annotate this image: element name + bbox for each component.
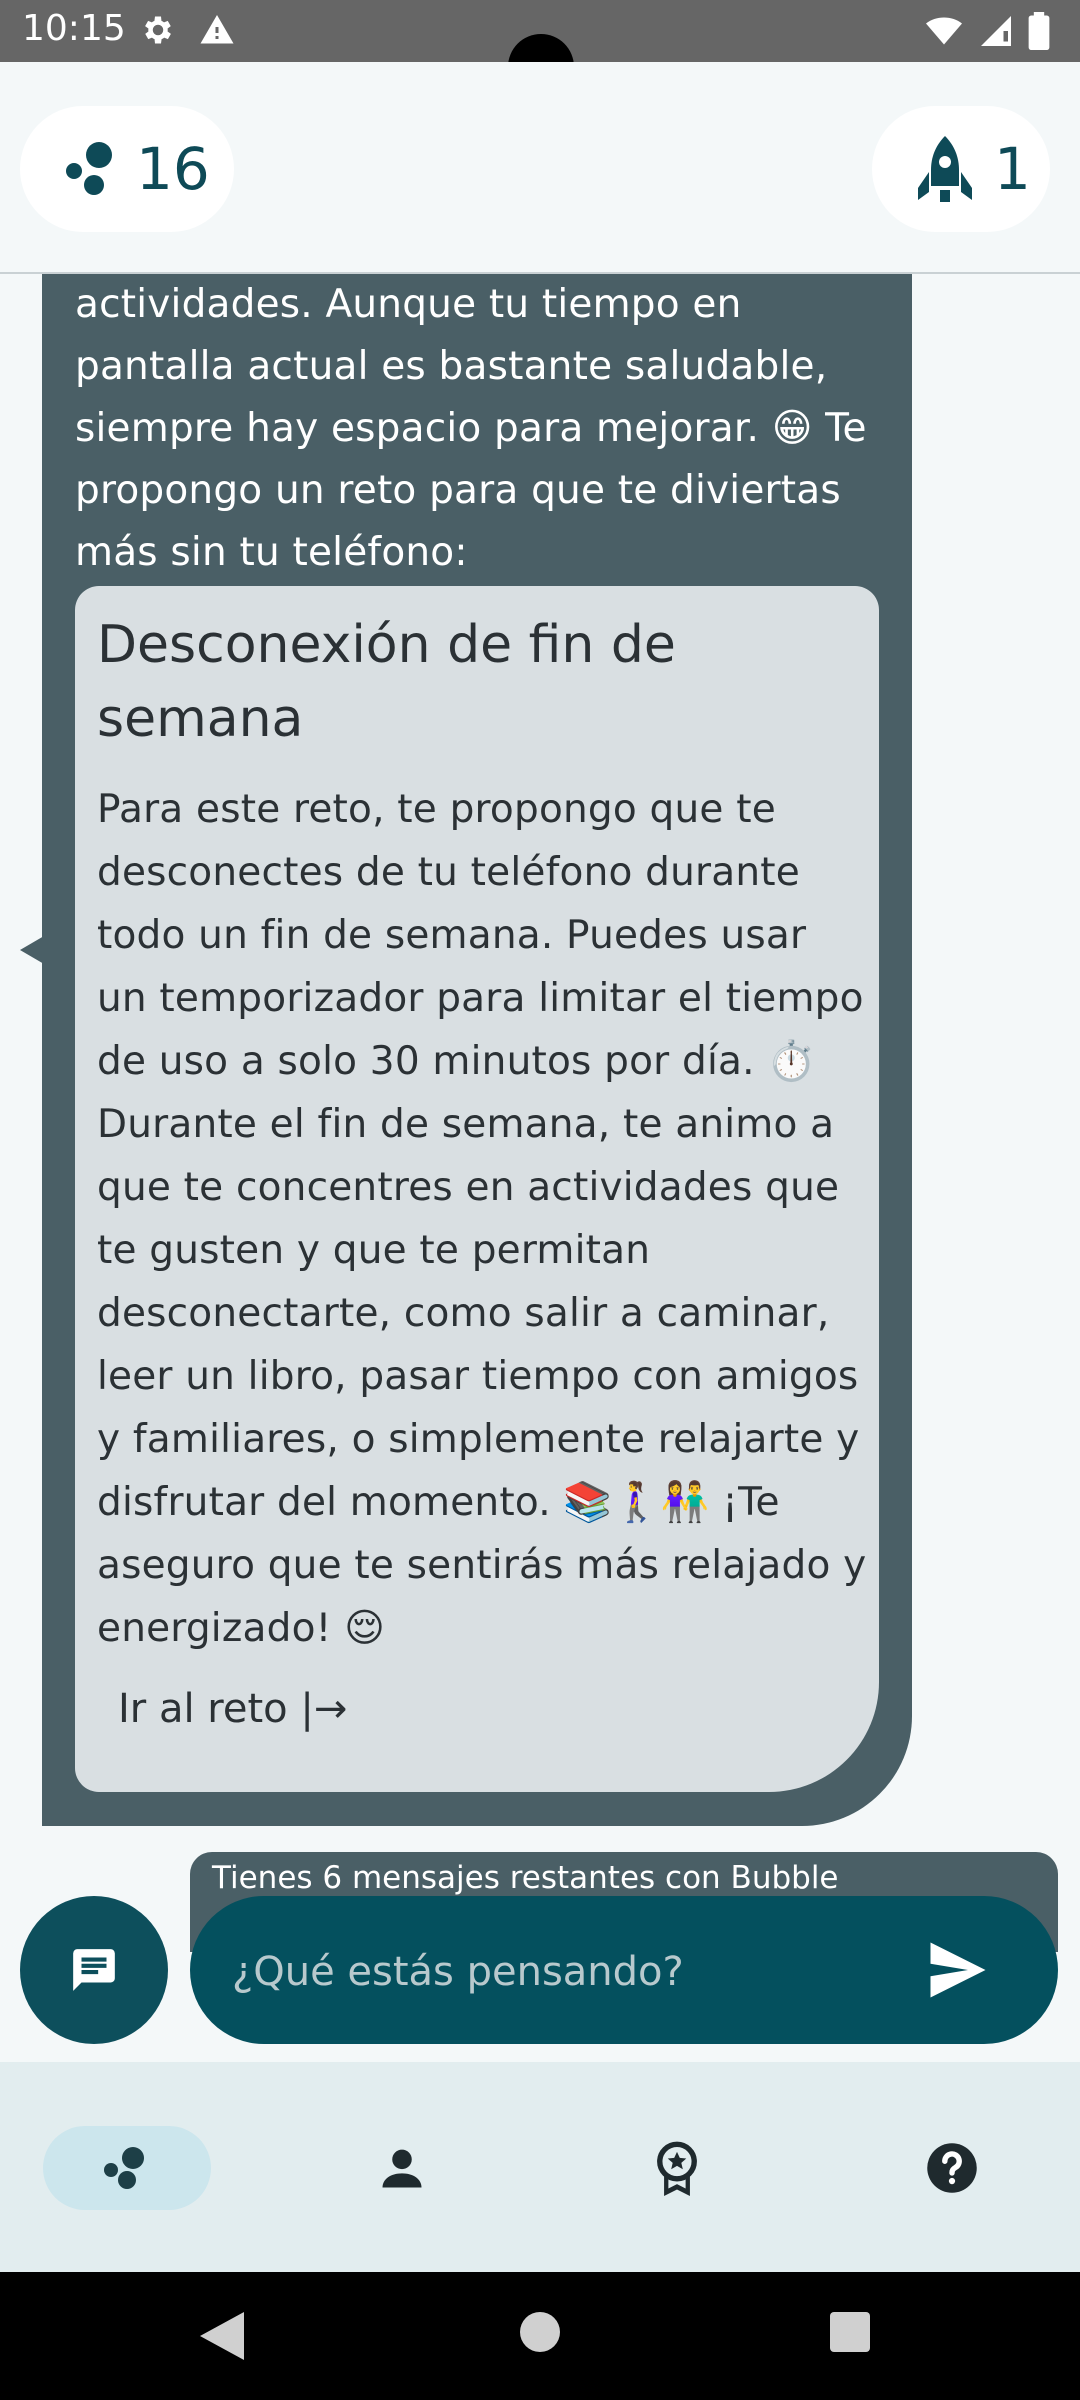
gear-icon xyxy=(145,16,171,44)
person-icon xyxy=(382,2149,422,2188)
bubbles-icon xyxy=(66,142,112,195)
badge-icon xyxy=(657,2141,697,2196)
go-to-challenge-button[interactable]: Ir al reto |→ xyxy=(118,1686,347,1732)
header: 16 1 xyxy=(0,62,1080,274)
send-icon[interactable] xyxy=(928,1942,988,1998)
challenge-body: Para este reto, te propongo que te desco… xyxy=(97,787,867,1651)
bottom-navigation xyxy=(0,2062,1080,2272)
status-right-icons xyxy=(924,12,1050,50)
rocket-counter[interactable]: 1 xyxy=(872,106,1050,232)
chat-history-button[interactable] xyxy=(20,1896,168,2044)
message-input[interactable] xyxy=(230,1936,894,2008)
chat-area[interactable]: actividades. Aunque tu tiempo en pantall… xyxy=(0,274,1080,2060)
nav-item-help[interactable] xyxy=(868,2126,1036,2210)
bubbles-icon xyxy=(104,2147,144,2189)
bubble-tail xyxy=(20,936,44,964)
assistant-message-text: actividades. Aunque tu tiempo en pantall… xyxy=(75,282,867,575)
nav-item-bubble[interactable] xyxy=(43,2126,211,2210)
nav-item-profile[interactable] xyxy=(318,2126,486,2210)
help-icon xyxy=(927,2143,977,2193)
signal-icon xyxy=(981,16,1011,46)
remaining-messages-text: Tienes 6 mensajes restantes con Bubble xyxy=(212,1860,839,1896)
bubbles-counter[interactable]: 16 xyxy=(20,106,234,232)
home-icon[interactable] xyxy=(520,2312,560,2352)
system-navigation-bar xyxy=(0,2272,1080,2400)
recents-icon[interactable] xyxy=(830,2312,870,2352)
challenge-card: Desconexión de fin de semana Para este r… xyxy=(75,586,879,1792)
chat-icon xyxy=(73,1949,115,1991)
nav-item-challenges[interactable] xyxy=(593,2126,761,2210)
rocket-count: 1 xyxy=(994,135,1031,203)
rocket-icon xyxy=(918,136,972,202)
back-icon[interactable] xyxy=(200,2312,244,2360)
challenge-title: Desconexión de fin de semana xyxy=(97,615,676,749)
wifi-icon xyxy=(926,17,962,45)
bubbles-count: 16 xyxy=(136,135,210,203)
status-time: 10:15 xyxy=(22,8,126,49)
battery-icon xyxy=(1028,12,1050,50)
status-left-icons xyxy=(140,12,236,48)
message-input-container xyxy=(190,1896,1058,2044)
warning-icon xyxy=(200,15,234,44)
